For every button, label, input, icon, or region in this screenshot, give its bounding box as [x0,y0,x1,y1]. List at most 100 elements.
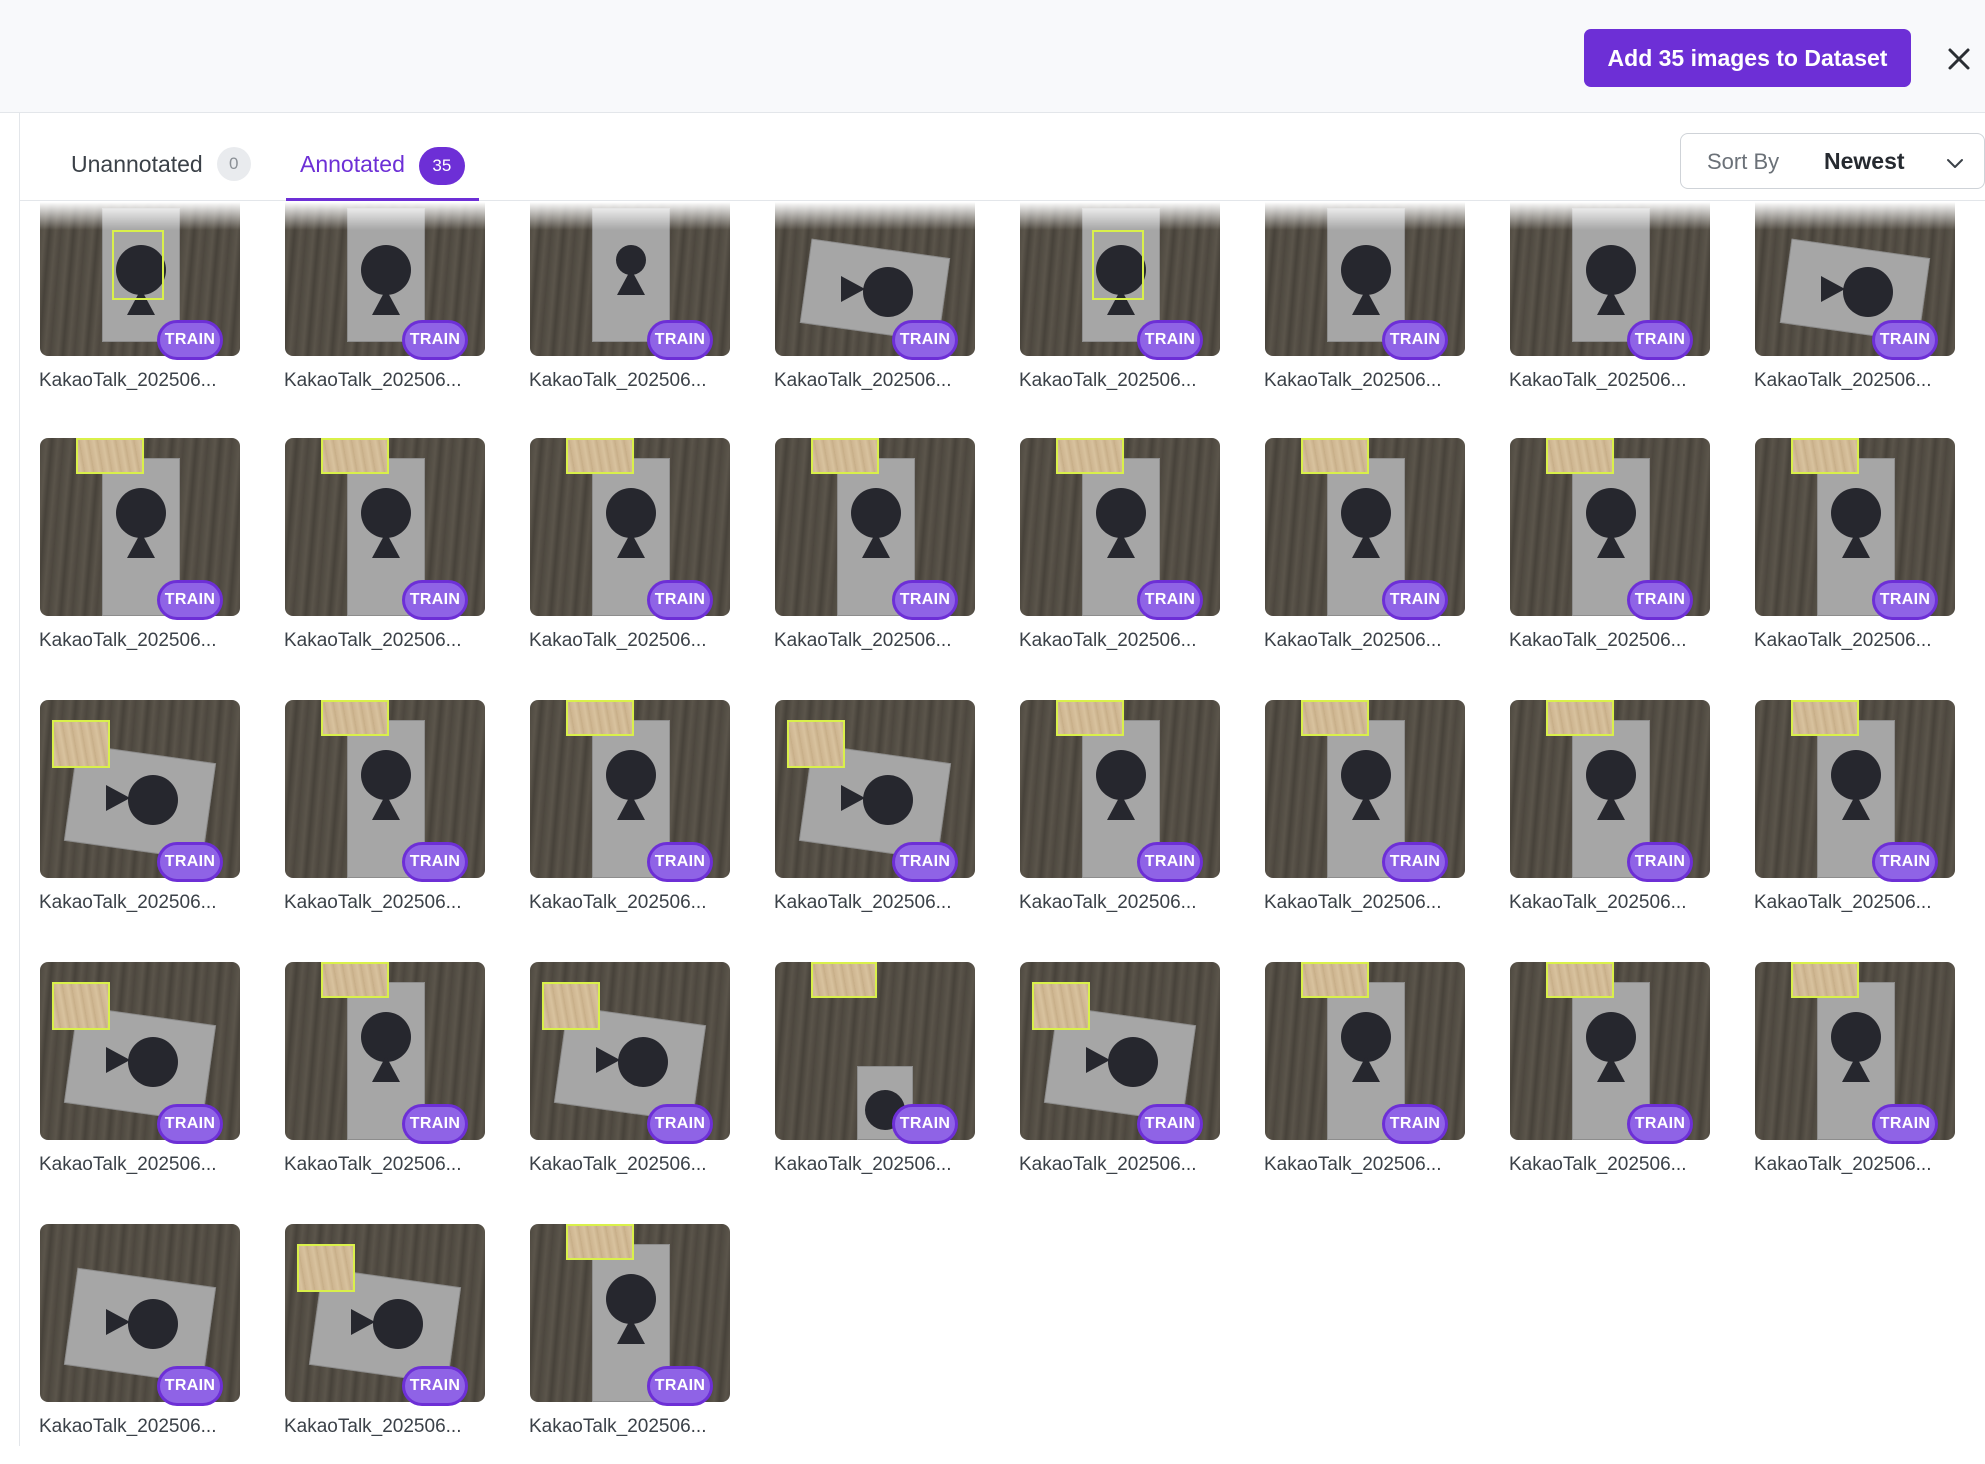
image-card[interactable]: TRAIN KakaoTalk_202506... [1478,962,1710,1202]
tab-unannotated[interactable]: Unannotated 0 [71,145,251,201]
train-split-badge: TRAIN [1627,842,1693,882]
image-card[interactable]: TRAIN KakaoTalk_202506... [988,202,1220,442]
image-card[interactable]: TRAIN KakaoTalk_202506... [1233,700,1465,940]
close-icon[interactable] [1942,42,1976,76]
image-filename: KakaoTalk_202506... [1509,370,1687,391]
image-filename: KakaoTalk_202506... [1019,1154,1197,1175]
image-card[interactable]: TRAIN KakaoTalk_202506... [498,700,730,940]
image-card[interactable]: TRAIN KakaoTalk_202506... [8,1224,240,1464]
image-card[interactable]: TRAIN KakaoTalk_202506... [8,202,240,442]
image-filename: KakaoTalk_202506... [39,892,217,913]
image-filename: KakaoTalk_202506... [1264,630,1442,651]
image-card[interactable]: TRAIN KakaoTalk_202506... [988,700,1220,940]
train-split-badge: TRAIN [892,842,958,882]
train-split-badge: TRAIN [157,320,223,360]
image-card[interactable]: TRAIN KakaoTalk_202506... [1233,438,1465,678]
train-split-badge: TRAIN [892,1104,958,1144]
image-card[interactable]: TRAIN KakaoTalk_202506... [8,700,240,940]
image-filename: KakaoTalk_202506... [774,892,952,913]
image-filename: KakaoTalk_202506... [529,892,707,913]
image-card[interactable]: TRAIN KakaoTalk_202506... [1478,700,1710,940]
image-card[interactable]: TRAIN KakaoTalk_202506... [8,962,240,1202]
image-filename: KakaoTalk_202506... [39,1416,217,1437]
image-card[interactable]: TRAIN KakaoTalk_202506... [8,438,240,678]
unannotated-count-badge: 0 [216,147,251,181]
image-card[interactable]: TRAIN KakaoTalk_202506... [253,202,485,442]
image-filename: KakaoTalk_202506... [1754,1154,1932,1175]
image-card[interactable]: TRAIN KakaoTalk_202506... [498,438,730,678]
train-split-badge: TRAIN [402,320,468,360]
train-split-badge: TRAIN [1382,842,1448,882]
image-card[interactable]: TRAIN KakaoTalk_202506... [1723,700,1955,940]
image-card[interactable]: TRAIN KakaoTalk_202506... [743,438,975,678]
image-filename: KakaoTalk_202506... [529,370,707,391]
train-split-badge: TRAIN [647,320,713,360]
image-card[interactable]: TRAIN KakaoTalk_202506... [1478,202,1710,442]
image-card[interactable]: TRAIN KakaoTalk_202506... [743,202,975,442]
image-filename: KakaoTalk_202506... [1264,1154,1442,1175]
image-card[interactable]: TRAIN KakaoTalk_202506... [988,438,1220,678]
image-card[interactable]: TRAIN KakaoTalk_202506... [743,700,975,940]
tab-label: Unannotated [71,151,203,177]
train-split-badge: TRAIN [157,580,223,620]
train-split-badge: TRAIN [402,1366,468,1406]
image-filename: KakaoTalk_202506... [529,1154,707,1175]
image-filename: KakaoTalk_202506... [1019,370,1197,391]
image-filename: KakaoTalk_202506... [284,630,462,651]
image-card[interactable]: TRAIN KakaoTalk_202506... [498,1224,730,1464]
image-filename: KakaoTalk_202506... [774,370,952,391]
image-filename: KakaoTalk_202506... [1754,892,1932,913]
tab-annotated[interactable]: Annotated 35 [286,145,479,201]
sort-by-dropdown[interactable]: Sort By Newest [1680,133,1985,189]
train-split-badge: TRAIN [402,580,468,620]
train-split-badge: TRAIN [1382,320,1448,360]
image-card[interactable]: TRAIN KakaoTalk_202506... [253,700,485,940]
image-filename: KakaoTalk_202506... [1509,630,1687,651]
image-card[interactable]: TRAIN KakaoTalk_202506... [1723,202,1955,442]
image-filename: KakaoTalk_202506... [1019,630,1197,651]
train-split-badge: TRAIN [402,842,468,882]
image-card[interactable]: TRAIN KakaoTalk_202506... [1233,962,1465,1202]
train-split-badge: TRAIN [1872,1104,1938,1144]
train-split-badge: TRAIN [1382,1104,1448,1144]
image-card[interactable]: TRAIN KakaoTalk_202506... [1723,962,1955,1202]
train-split-badge: TRAIN [1137,1104,1203,1144]
image-card[interactable]: TRAIN KakaoTalk_202506... [253,1224,485,1464]
train-split-badge: TRAIN [157,1366,223,1406]
image-filename: KakaoTalk_202506... [1264,892,1442,913]
train-split-badge: TRAIN [402,1104,468,1144]
train-split-badge: TRAIN [1137,842,1203,882]
train-split-badge: TRAIN [647,1104,713,1144]
image-filename: KakaoTalk_202506... [1019,892,1197,913]
image-filename: KakaoTalk_202506... [39,630,217,651]
add-images-to-dataset-button[interactable]: Add 35 images to Dataset [1584,29,1911,87]
image-filename: KakaoTalk_202506... [529,1416,707,1437]
image-card[interactable]: TRAIN KakaoTalk_202506... [498,202,730,442]
sort-by-label: Sort By [1707,149,1780,174]
image-card[interactable]: TRAIN KakaoTalk_202506... [743,962,975,1202]
image-card[interactable]: TRAIN KakaoTalk_202506... [1723,438,1955,678]
train-split-badge: TRAIN [1627,320,1693,360]
image-card[interactable]: TRAIN KakaoTalk_202506... [253,962,485,1202]
train-split-badge: TRAIN [157,1104,223,1144]
image-filename: KakaoTalk_202506... [774,1154,952,1175]
image-filename: KakaoTalk_202506... [1754,370,1932,391]
image-filename: KakaoTalk_202506... [529,630,707,651]
image-filename: KakaoTalk_202506... [39,1154,217,1175]
image-card[interactable]: TRAIN KakaoTalk_202506... [498,962,730,1202]
image-filename: KakaoTalk_202506... [774,630,952,651]
train-split-badge: TRAIN [157,842,223,882]
train-split-badge: TRAIN [647,580,713,620]
train-split-badge: TRAIN [647,842,713,882]
image-card[interactable]: TRAIN KakaoTalk_202506... [988,962,1220,1202]
chevron-down-icon [1947,159,1963,168]
image-card[interactable]: TRAIN KakaoTalk_202506... [1478,438,1710,678]
train-split-badge: TRAIN [892,580,958,620]
train-split-badge: TRAIN [1137,580,1203,620]
train-split-badge: TRAIN [647,1366,713,1406]
sort-by-value: Newest [1824,148,1905,174]
image-card[interactable]: TRAIN KakaoTalk_202506... [253,438,485,678]
train-split-badge: TRAIN [1382,580,1448,620]
image-filename: KakaoTalk_202506... [1509,892,1687,913]
image-card[interactable]: TRAIN KakaoTalk_202506... [1233,202,1465,442]
